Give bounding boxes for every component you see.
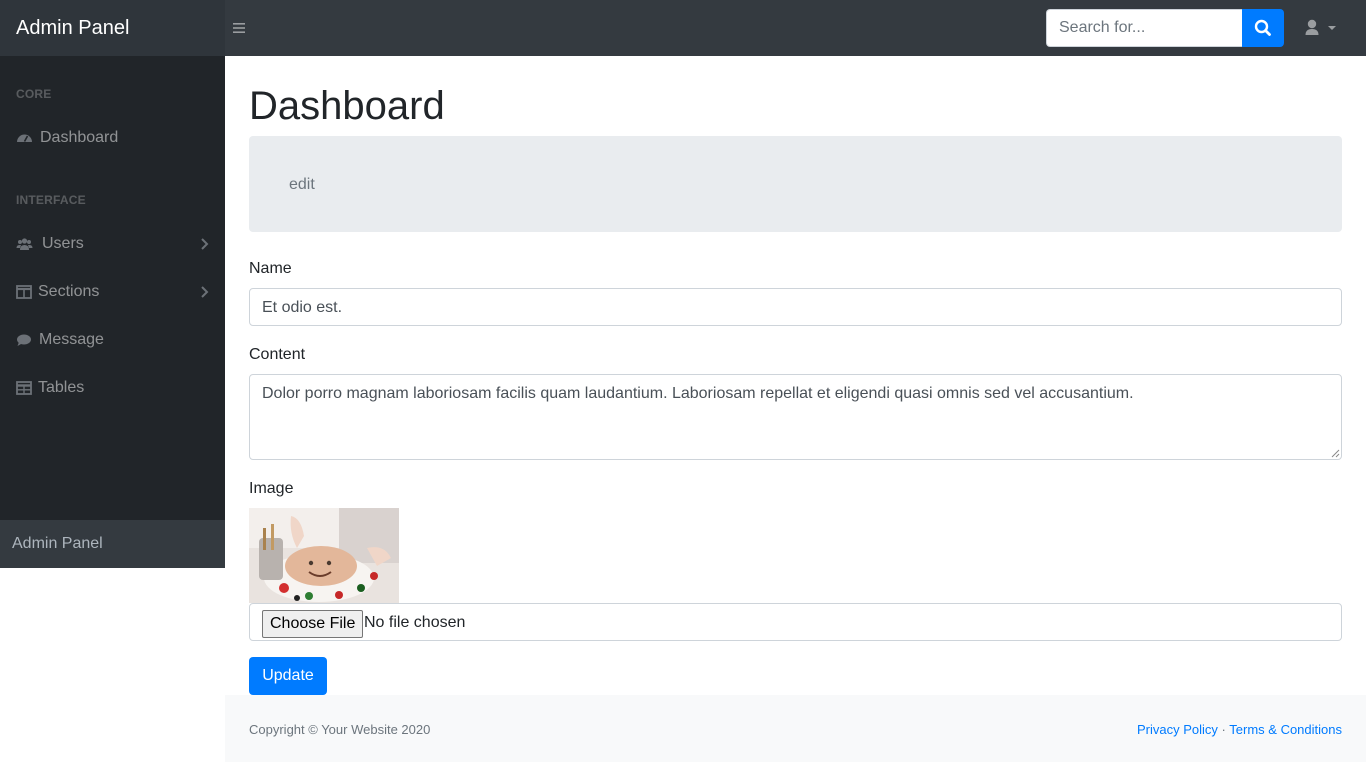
terms-conditions-link[interactable]: Terms & Conditions bbox=[1229, 722, 1342, 737]
update-button[interactable]: Update bbox=[249, 657, 327, 695]
name-field[interactable]: Et odio est. bbox=[249, 288, 1342, 326]
sidebar-item-label: Sections bbox=[38, 283, 100, 300]
sidebar-heading-interface: INTERFACE bbox=[16, 193, 86, 207]
sidebar-item-label: Users bbox=[42, 235, 84, 252]
content-textarea-value: Dolor porro magnam laboriosam facilis qu… bbox=[262, 385, 1134, 402]
sidebar-heading-core: CORE bbox=[16, 87, 52, 101]
image-label: Image bbox=[249, 480, 294, 497]
sidebar-item-label: Message bbox=[39, 331, 104, 348]
brand-link[interactable]: Admin Panel bbox=[16, 16, 129, 40]
content-label: Content bbox=[249, 346, 306, 363]
sidebar-item-message[interactable]: Message bbox=[0, 320, 225, 360]
search-input[interactable] bbox=[1046, 9, 1242, 47]
top-navbar: Admin Panel bbox=[0, 0, 1366, 56]
name-field-value: Et odio est. bbox=[262, 299, 343, 316]
sidebar-item-users[interactable]: Users bbox=[0, 224, 225, 264]
privacy-policy-link[interactable]: Privacy Policy bbox=[1137, 722, 1218, 737]
image-preview bbox=[249, 508, 399, 603]
table-icon bbox=[16, 381, 32, 395]
sidebar-item-dashboard[interactable]: Dashboard bbox=[0, 118, 225, 158]
bars-icon bbox=[233, 23, 245, 33]
painting-photo bbox=[249, 508, 399, 603]
tachometer-icon bbox=[17, 134, 32, 142]
footer-links: Privacy Policy · Terms & Conditions bbox=[1137, 722, 1342, 737]
resize-handle-icon[interactable] bbox=[1330, 448, 1340, 458]
user-dropdown[interactable] bbox=[1304, 16, 1344, 40]
sidebar-footer: Admin Panel bbox=[0, 520, 225, 568]
name-label: Name bbox=[249, 260, 292, 277]
breadcrumb: edit bbox=[249, 136, 1342, 232]
chevron-right-icon bbox=[201, 286, 209, 298]
file-status-text: No file chosen bbox=[364, 614, 466, 631]
chevron-right-icon bbox=[201, 238, 209, 250]
search-icon bbox=[1254, 19, 1271, 36]
file-input[interactable]: Choose File No file chosen bbox=[249, 603, 1342, 641]
copyright-text: Copyright © Your Website 2020 bbox=[249, 722, 431, 737]
breadcrumb-item-active: edit bbox=[289, 176, 315, 193]
user-icon bbox=[1305, 19, 1336, 35]
sidebar-item-sections[interactable]: Sections bbox=[0, 272, 225, 312]
search-button[interactable] bbox=[1242, 9, 1284, 47]
sidebar-item-label: Dashboard bbox=[40, 129, 119, 146]
caret-down-icon bbox=[1328, 26, 1336, 30]
sidebar: CORE Dashboard INTERFACE Users Sections bbox=[0, 56, 225, 568]
footer: Copyright © Your Website 2020 Privacy Po… bbox=[225, 695, 1366, 762]
page-title: Dashboard bbox=[249, 84, 445, 128]
brand-area: Admin Panel bbox=[0, 0, 225, 56]
columns-icon bbox=[16, 285, 32, 299]
footer-separator: · bbox=[1221, 722, 1226, 737]
sidebar-item-label: Tables bbox=[38, 379, 85, 396]
comment-icon bbox=[17, 334, 31, 346]
content-textarea[interactable]: Dolor porro magnam laboriosam facilis qu… bbox=[249, 374, 1342, 460]
choose-file-button[interactable]: Choose File bbox=[262, 610, 364, 638]
sidebar-footer-text: Admin Panel bbox=[12, 535, 103, 552]
sidebar-item-tables[interactable]: Tables bbox=[0, 368, 225, 408]
sidebar-toggle-button[interactable] bbox=[232, 18, 248, 38]
users-icon bbox=[16, 238, 33, 250]
